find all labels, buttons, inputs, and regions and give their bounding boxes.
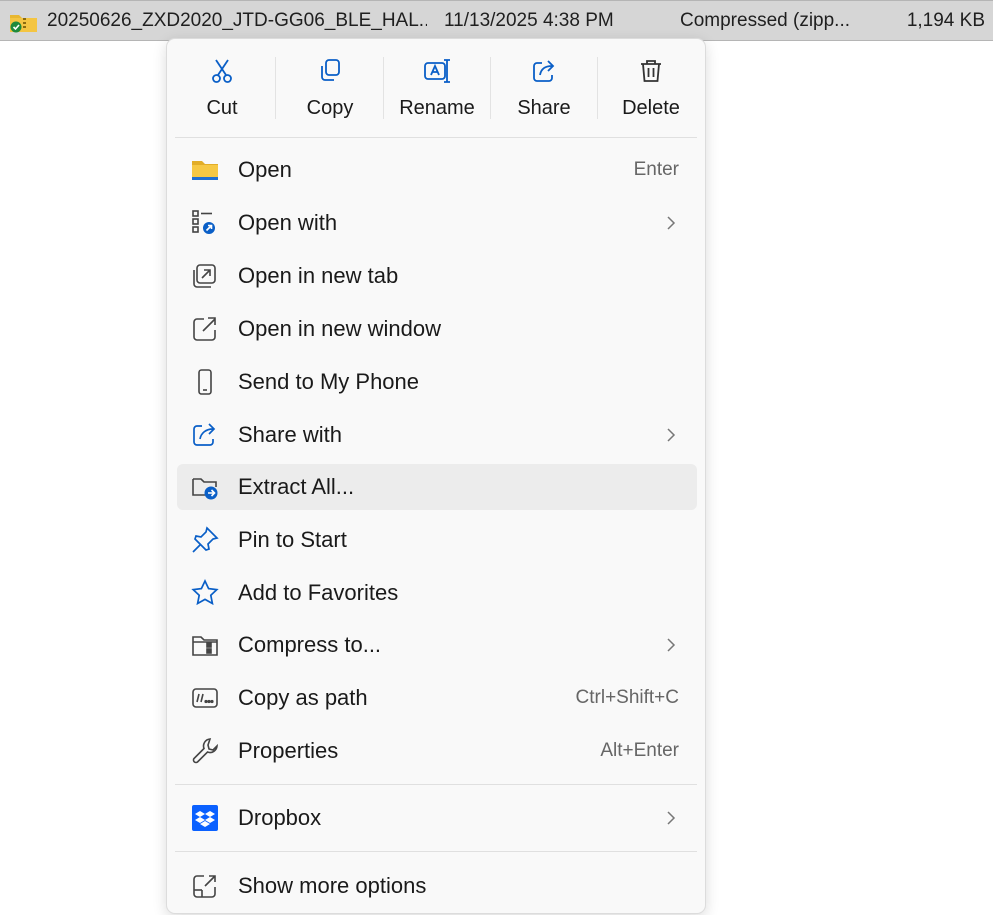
menu-item-label: Send to My Phone — [238, 369, 420, 394]
menu-item-compress-to[interactable]: Compress to... — [177, 622, 697, 668]
menu-item-open[interactable]: Open Enter — [177, 147, 697, 193]
menu-item-label: Pin to Start — [238, 527, 347, 552]
share-icon — [530, 57, 558, 85]
toolbar-divider — [275, 57, 276, 119]
delete-label: Delete — [622, 97, 680, 119]
chevron-right-icon — [663, 427, 679, 443]
context-menu: Cut Copy Rename Share Delete Open Enter … — [166, 38, 706, 914]
menu-divider — [175, 784, 697, 785]
shortcut-text: Ctrl+Shift+C — [575, 687, 679, 708]
menu-item-label: Compress to... — [238, 632, 382, 657]
menu-item-label: Add to Favorites — [238, 580, 399, 605]
menu-divider — [175, 851, 697, 852]
menu-item-label: Open — [238, 157, 292, 182]
pin-icon — [190, 525, 220, 555]
cut-label: Cut — [206, 97, 238, 119]
menu-item-add-to-favorites[interactable]: Add to Favorites — [177, 570, 697, 616]
menu-item-label: Show more options — [238, 873, 427, 898]
cut-button[interactable]: Cut — [169, 45, 275, 131]
menu-item-show-more-options[interactable]: Show more options — [177, 863, 697, 909]
share-label: Share — [517, 97, 571, 119]
share-button[interactable]: Share — [491, 45, 597, 131]
menu-item-label: Open in new tab — [238, 263, 399, 288]
dropbox-icon — [190, 803, 220, 833]
menu-item-extract-all[interactable]: Extract All... — [177, 464, 697, 510]
copy-icon — [316, 57, 344, 85]
menu-item-share-with[interactable]: Share with — [177, 412, 697, 458]
file-size: 1,194 KB — [906, 10, 985, 31]
chevron-right-icon — [663, 215, 679, 231]
context-menu-toolbar: Cut Copy Rename Share Delete — [167, 39, 705, 137]
menu-item-label: Share with — [238, 422, 342, 447]
menu-item-label: Copy as path — [238, 685, 368, 710]
rename-icon — [423, 57, 451, 85]
menu-item-pin-to-start[interactable]: Pin to Start — [177, 517, 697, 563]
zip-folder-icon — [9, 11, 39, 33]
folder-icon — [190, 155, 220, 185]
chevron-right-icon — [663, 810, 679, 826]
copy-button[interactable]: Copy — [277, 45, 383, 131]
new-window-icon — [190, 314, 220, 344]
compress-icon — [190, 630, 220, 660]
file-type: Compressed (zipp... — [680, 10, 851, 31]
menu-item-open-in-new-window[interactable]: Open in new window — [177, 306, 697, 352]
share-icon — [190, 420, 220, 450]
show-more-icon — [190, 871, 220, 901]
copy-label: Copy — [306, 97, 354, 119]
file-row-selected[interactable]: 20250626_ZXD2020_JTD-GG06_BLE_HAL... 11/… — [0, 0, 993, 41]
menu-item-label: Properties — [238, 738, 339, 763]
menu-item-copy-as-path[interactable]: Copy as path Ctrl+Shift+C — [177, 675, 697, 721]
delete-button[interactable]: Delete — [598, 45, 704, 131]
scissors-icon — [208, 57, 236, 85]
trash-icon — [637, 57, 665, 85]
wrench-icon — [190, 736, 220, 766]
menu-item-label: Dropbox — [238, 805, 322, 830]
file-name: 20250626_ZXD2020_JTD-GG06_BLE_HAL... — [47, 10, 427, 31]
rename-button[interactable]: Rename — [384, 45, 490, 131]
menu-divider — [175, 137, 697, 138]
menu-item-open-with[interactable]: Open with — [177, 200, 697, 246]
menu-item-label: Extract All... — [238, 474, 355, 499]
open-with-icon — [190, 208, 220, 238]
menu-item-label: Open in new window — [238, 316, 442, 341]
menu-item-label: Open with — [238, 210, 338, 235]
rename-label: Rename — [399, 97, 475, 119]
file-date-modified: 11/13/2025 4:38 PM — [444, 10, 614, 31]
chevron-right-icon — [663, 637, 679, 653]
phone-icon — [190, 367, 220, 397]
extract-folder-icon — [190, 472, 220, 502]
star-icon — [190, 578, 220, 608]
menu-item-open-in-new-tab[interactable]: Open in new tab — [177, 253, 697, 299]
new-tab-icon — [190, 261, 220, 291]
menu-item-send-to-my-phone[interactable]: Send to My Phone — [177, 359, 697, 405]
shortcut-text: Enter — [633, 159, 679, 180]
copy-path-icon — [190, 683, 220, 713]
menu-item-properties[interactable]: Properties Alt+Enter — [177, 728, 697, 774]
menu-item-dropbox[interactable]: Dropbox — [177, 795, 697, 841]
shortcut-text: Alt+Enter — [600, 740, 679, 761]
